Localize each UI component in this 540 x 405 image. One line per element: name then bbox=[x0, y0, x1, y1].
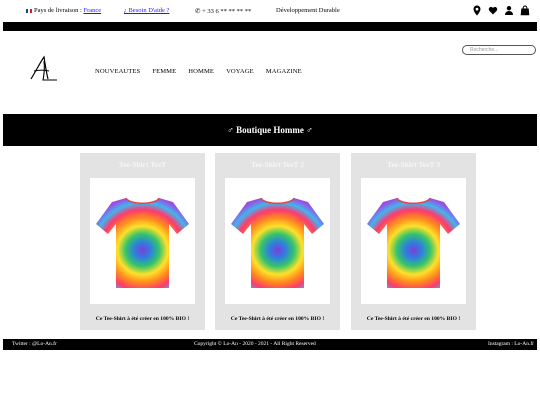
brand-logo[interactable] bbox=[27, 55, 63, 85]
help-link[interactable]: ¿ Besoin D'aide ? bbox=[124, 7, 169, 14]
product-title[interactable]: Tee-Shirt TeeT bbox=[80, 160, 205, 169]
heart-icon[interactable] bbox=[488, 5, 498, 16]
nav-item-femme[interactable]: FEMME bbox=[152, 68, 176, 75]
top-divider bbox=[3, 22, 537, 31]
shipping-country-link[interactable]: France bbox=[83, 7, 101, 14]
search-input[interactable]: Recherche... bbox=[462, 45, 536, 55]
france-flag-icon bbox=[26, 8, 32, 13]
sustainable-development-link[interactable]: Développement Durable bbox=[276, 7, 340, 14]
tshirt-icon bbox=[367, 198, 460, 288]
top-bar: Pays de livraison : France ¿ Besoin D'ai… bbox=[0, 0, 540, 22]
page-title: ♂ Boutique Homme ♂ bbox=[227, 125, 313, 135]
tshirt-icon bbox=[96, 198, 189, 288]
product-image[interactable] bbox=[225, 178, 330, 304]
product-image[interactable] bbox=[90, 178, 195, 304]
product-title[interactable]: Tee-Shirt TeeT 2 bbox=[215, 160, 340, 169]
site-header: NOUVEAUTES FEMME HOMME VOYAGE MAGAZINE R… bbox=[0, 31, 540, 113]
location-icon[interactable] bbox=[472, 5, 482, 16]
bag-icon[interactable] bbox=[520, 5, 530, 16]
product-description: Ce Tee-Shirt à été créer en 100% BIO ! bbox=[230, 316, 325, 322]
shipping-info: Pays de livraison : France bbox=[26, 7, 101, 14]
nav-item-voyage[interactable]: VOYAGE bbox=[226, 68, 254, 75]
product-card[interactable]: Tee-Shirt TeeT Ce Tee-Shirt à été créer … bbox=[80, 153, 205, 330]
product-image[interactable] bbox=[361, 178, 466, 304]
product-description: Ce Tee-Shirt à été créer en 100% BIO ! bbox=[366, 316, 461, 322]
instagram-link[interactable]: Instagram : Lo-An.fr bbox=[488, 341, 534, 347]
product-description: Ce Tee-Shirt à été créer en 100% BIO ! bbox=[95, 316, 190, 322]
shipping-label: Pays de livraison : bbox=[34, 7, 82, 14]
phone-number: ✆ + 33 6 ** ** ** ** bbox=[195, 8, 252, 15]
site-footer: Twitter : @Lo-An.fr Copyright © Lo-An - … bbox=[3, 339, 537, 350]
product-card[interactable]: Tee-Shirt TeeT 2 Ce Tee-Shirt à été crée… bbox=[215, 153, 340, 330]
main-nav: NOUVEAUTES FEMME HOMME VOYAGE MAGAZINE bbox=[95, 68, 302, 75]
nav-item-homme[interactable]: HOMME bbox=[188, 68, 214, 75]
copyright-text: Copyright © Lo-An - 2020 - 2021 - All Ri… bbox=[194, 341, 316, 347]
account-icons bbox=[472, 5, 530, 16]
product-title[interactable]: Tee-Shirt TeeT 3 bbox=[351, 160, 476, 169]
tshirt-icon bbox=[231, 198, 324, 288]
user-icon[interactable] bbox=[504, 5, 514, 16]
product-card[interactable]: Tee-Shirt TeeT 3 Ce Tee-Shirt à été crée… bbox=[351, 153, 476, 330]
twitter-link[interactable]: Twitter : @Lo-An.fr bbox=[12, 341, 57, 347]
page-title-banner: ♂ Boutique Homme ♂ bbox=[3, 114, 537, 146]
nav-item-nouveautes[interactable]: NOUVEAUTES bbox=[95, 68, 140, 75]
nav-item-magazine[interactable]: MAGAZINE bbox=[266, 68, 302, 75]
